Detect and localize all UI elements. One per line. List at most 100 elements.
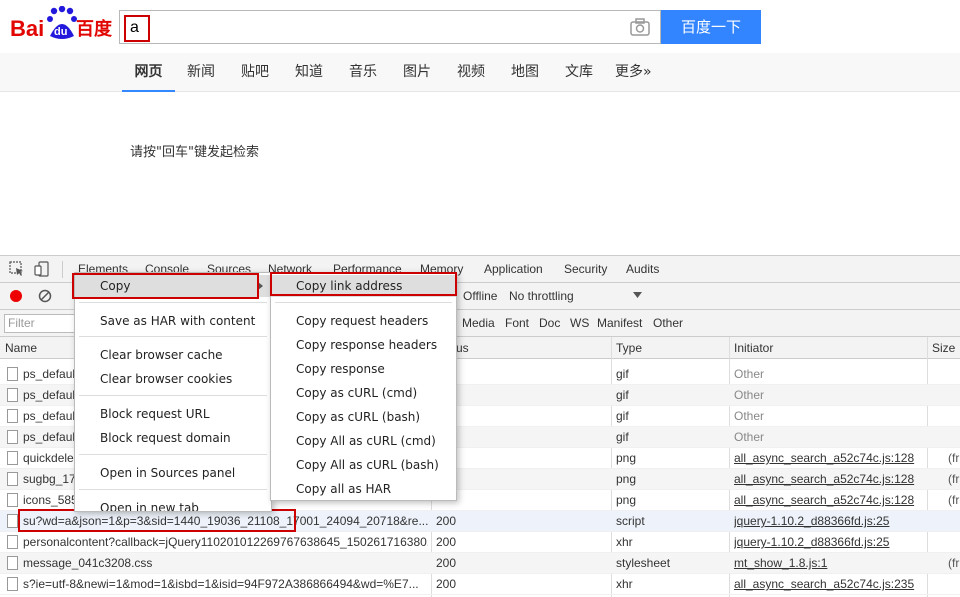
submenu-arrow-icon (258, 282, 263, 290)
request-initiator: Other (734, 409, 765, 423)
inspect-element-icon[interactable] (9, 261, 25, 277)
menu-copy-all-har[interactable]: Copy all as HAR (271, 478, 456, 500)
menu-copy-request-headers[interactable]: Copy request headers (271, 310, 456, 332)
menu-copy-curl-cmd[interactable]: Copy as cURL (cmd) (271, 382, 456, 404)
search-button[interactable]: 百度一下 (661, 10, 761, 44)
search-nav: 网页 新闻 贴吧 知道 音乐 图片 视频 地图 文库 更多» (0, 53, 960, 92)
throttling-select[interactable]: No throttling (509, 289, 574, 303)
menu-clear-cache[interactable]: Clear browser cache (75, 344, 271, 366)
nav-web[interactable]: 网页 (122, 53, 175, 92)
screen: Bai du 百度 a 百度一下 网页 新闻 贴吧 知道 音乐 图片 视频 地图… (0, 0, 960, 597)
file-icon (7, 430, 18, 444)
request-type: gif (616, 367, 629, 381)
request-initiator-link[interactable]: jquery-1.10.2_d88366fd.js:25 (734, 514, 924, 528)
baidu-logo[interactable]: Bai du 百度 (10, 5, 114, 44)
column-status[interactable]: us (456, 341, 469, 355)
tab-audits[interactable]: Audits (626, 262, 659, 276)
menu-copy-all-curl-bash[interactable]: Copy All as cURL (bash) (271, 454, 456, 476)
device-toolbar-icon[interactable] (34, 261, 50, 277)
nav-wenku[interactable]: 文库 (565, 53, 593, 92)
menu-separator (79, 302, 267, 303)
request-type: script (616, 514, 645, 528)
logo-text-left: Bai (10, 16, 44, 41)
file-icon (7, 367, 18, 381)
logo-text-right: 百度 (76, 18, 113, 40)
toolbar-divider (62, 261, 63, 278)
search-input[interactable]: a (124, 15, 150, 42)
request-type: stylesheet (616, 556, 671, 570)
menu-separator (79, 454, 267, 455)
tab-application[interactable]: Application (484, 262, 543, 276)
nav-zhidao[interactable]: 知道 (295, 53, 323, 92)
column-initiator[interactable]: Initiator (734, 341, 773, 355)
request-type: xhr (616, 535, 633, 549)
request-initiator-link[interactable]: all_async_search_a52c74c.js:128 (734, 493, 924, 507)
request-initiator-link[interactable]: all_async_search_a52c74c.js:128 (734, 472, 924, 486)
search-box[interactable]: a (119, 10, 661, 44)
request-initiator-link[interactable]: all_async_search_a52c74c.js:128 (734, 451, 924, 465)
request-size: (fr (948, 556, 960, 570)
clear-icon[interactable] (38, 289, 52, 303)
menu-separator (79, 336, 267, 337)
column-type[interactable]: Type (616, 341, 642, 355)
menu-copy-response[interactable]: Copy response (271, 358, 456, 380)
nav-map[interactable]: 地图 (511, 53, 539, 92)
file-icon (7, 451, 18, 465)
nav-more[interactable]: 更多» (615, 53, 652, 92)
column-name[interactable]: Name (5, 341, 37, 355)
menu-copy-link-address[interactable]: Copy link address (271, 275, 456, 297)
filter-font[interactable]: Font (505, 316, 529, 330)
context-menu: Copy Save as HAR with content Clear brow… (74, 272, 272, 512)
file-icon (7, 472, 18, 486)
selected-request-highlight (18, 509, 296, 532)
menu-copy-response-headers[interactable]: Copy response headers (271, 334, 456, 356)
nav-images[interactable]: 图片 (403, 53, 431, 92)
request-size: (fr (948, 493, 960, 507)
request-initiator-link[interactable]: all_async_search_a52c74c.js:235 (734, 577, 924, 591)
menu-copy-curl-bash[interactable]: Copy as cURL (bash) (271, 406, 456, 428)
request-type: xhr (616, 577, 633, 591)
request-type: gif (616, 409, 629, 423)
column-size[interactable]: Size (932, 341, 955, 355)
table-row[interactable]: message_041c3208.css 200 stylesheet mt_s… (0, 553, 960, 574)
menu-copy[interactable]: Copy (75, 275, 271, 297)
tab-security[interactable]: Security (564, 262, 607, 276)
menu-separator (275, 302, 452, 303)
menu-open-sources[interactable]: Open in Sources panel (75, 462, 271, 484)
menu-block-url[interactable]: Block request URL (75, 403, 271, 425)
offline-checkbox-label[interactable]: Offline (463, 289, 497, 303)
nav-news[interactable]: 新闻 (187, 53, 215, 92)
chevron-down-icon[interactable] (633, 292, 642, 299)
nav-tieba[interactable]: 贴吧 (241, 53, 269, 92)
menu-block-domain[interactable]: Block request domain (75, 427, 271, 449)
request-type: gif (616, 388, 629, 402)
menu-open-new-tab[interactable]: Open in new tab (75, 497, 271, 511)
request-initiator-link[interactable]: jquery-1.10.2_d88366fd.js:25 (734, 535, 924, 549)
request-initiator-link[interactable]: mt_show_1.8.js:1 (734, 556, 924, 570)
menu-clear-cookies[interactable]: Clear browser cookies (75, 368, 271, 390)
filter-input[interactable]: Filter (4, 314, 84, 333)
filter-media[interactable]: Media (462, 316, 495, 330)
nav-video[interactable]: 视频 (457, 53, 485, 92)
request-size: (fr (948, 472, 960, 486)
menu-copy-all-curl-cmd[interactable]: Copy All as cURL (cmd) (271, 430, 456, 452)
record-icon[interactable] (9, 289, 23, 303)
request-initiator: Other (734, 367, 765, 381)
request-status: 200 (436, 535, 457, 549)
request-name: personalcontent?callback=jQuery110201012… (23, 535, 428, 549)
nav-music[interactable]: 音乐 (349, 53, 377, 92)
request-initiator: Other (734, 430, 765, 444)
file-icon (7, 493, 18, 507)
table-row[interactable]: s?ie=utf-8&newi=1&mod=1&isbd=1&isid=94F9… (0, 574, 960, 595)
filter-manifest[interactable]: Manifest (597, 316, 642, 330)
filter-ws[interactable]: WS (570, 316, 589, 330)
request-type: png (616, 451, 637, 465)
filter-other[interactable]: Other (653, 316, 683, 330)
baidu-logo-graphic: Bai du 百度 (10, 5, 113, 41)
menu-save-har[interactable]: Save as HAR with content (75, 310, 271, 332)
request-name: s?ie=utf-8&newi=1&mod=1&isbd=1&isid=94F9… (23, 577, 419, 591)
filter-doc[interactable]: Doc (539, 316, 560, 330)
table-row[interactable]: personalcontent?callback=jQuery110201012… (0, 532, 960, 553)
request-status: 200 (436, 556, 457, 570)
camera-icon[interactable] (630, 18, 650, 36)
